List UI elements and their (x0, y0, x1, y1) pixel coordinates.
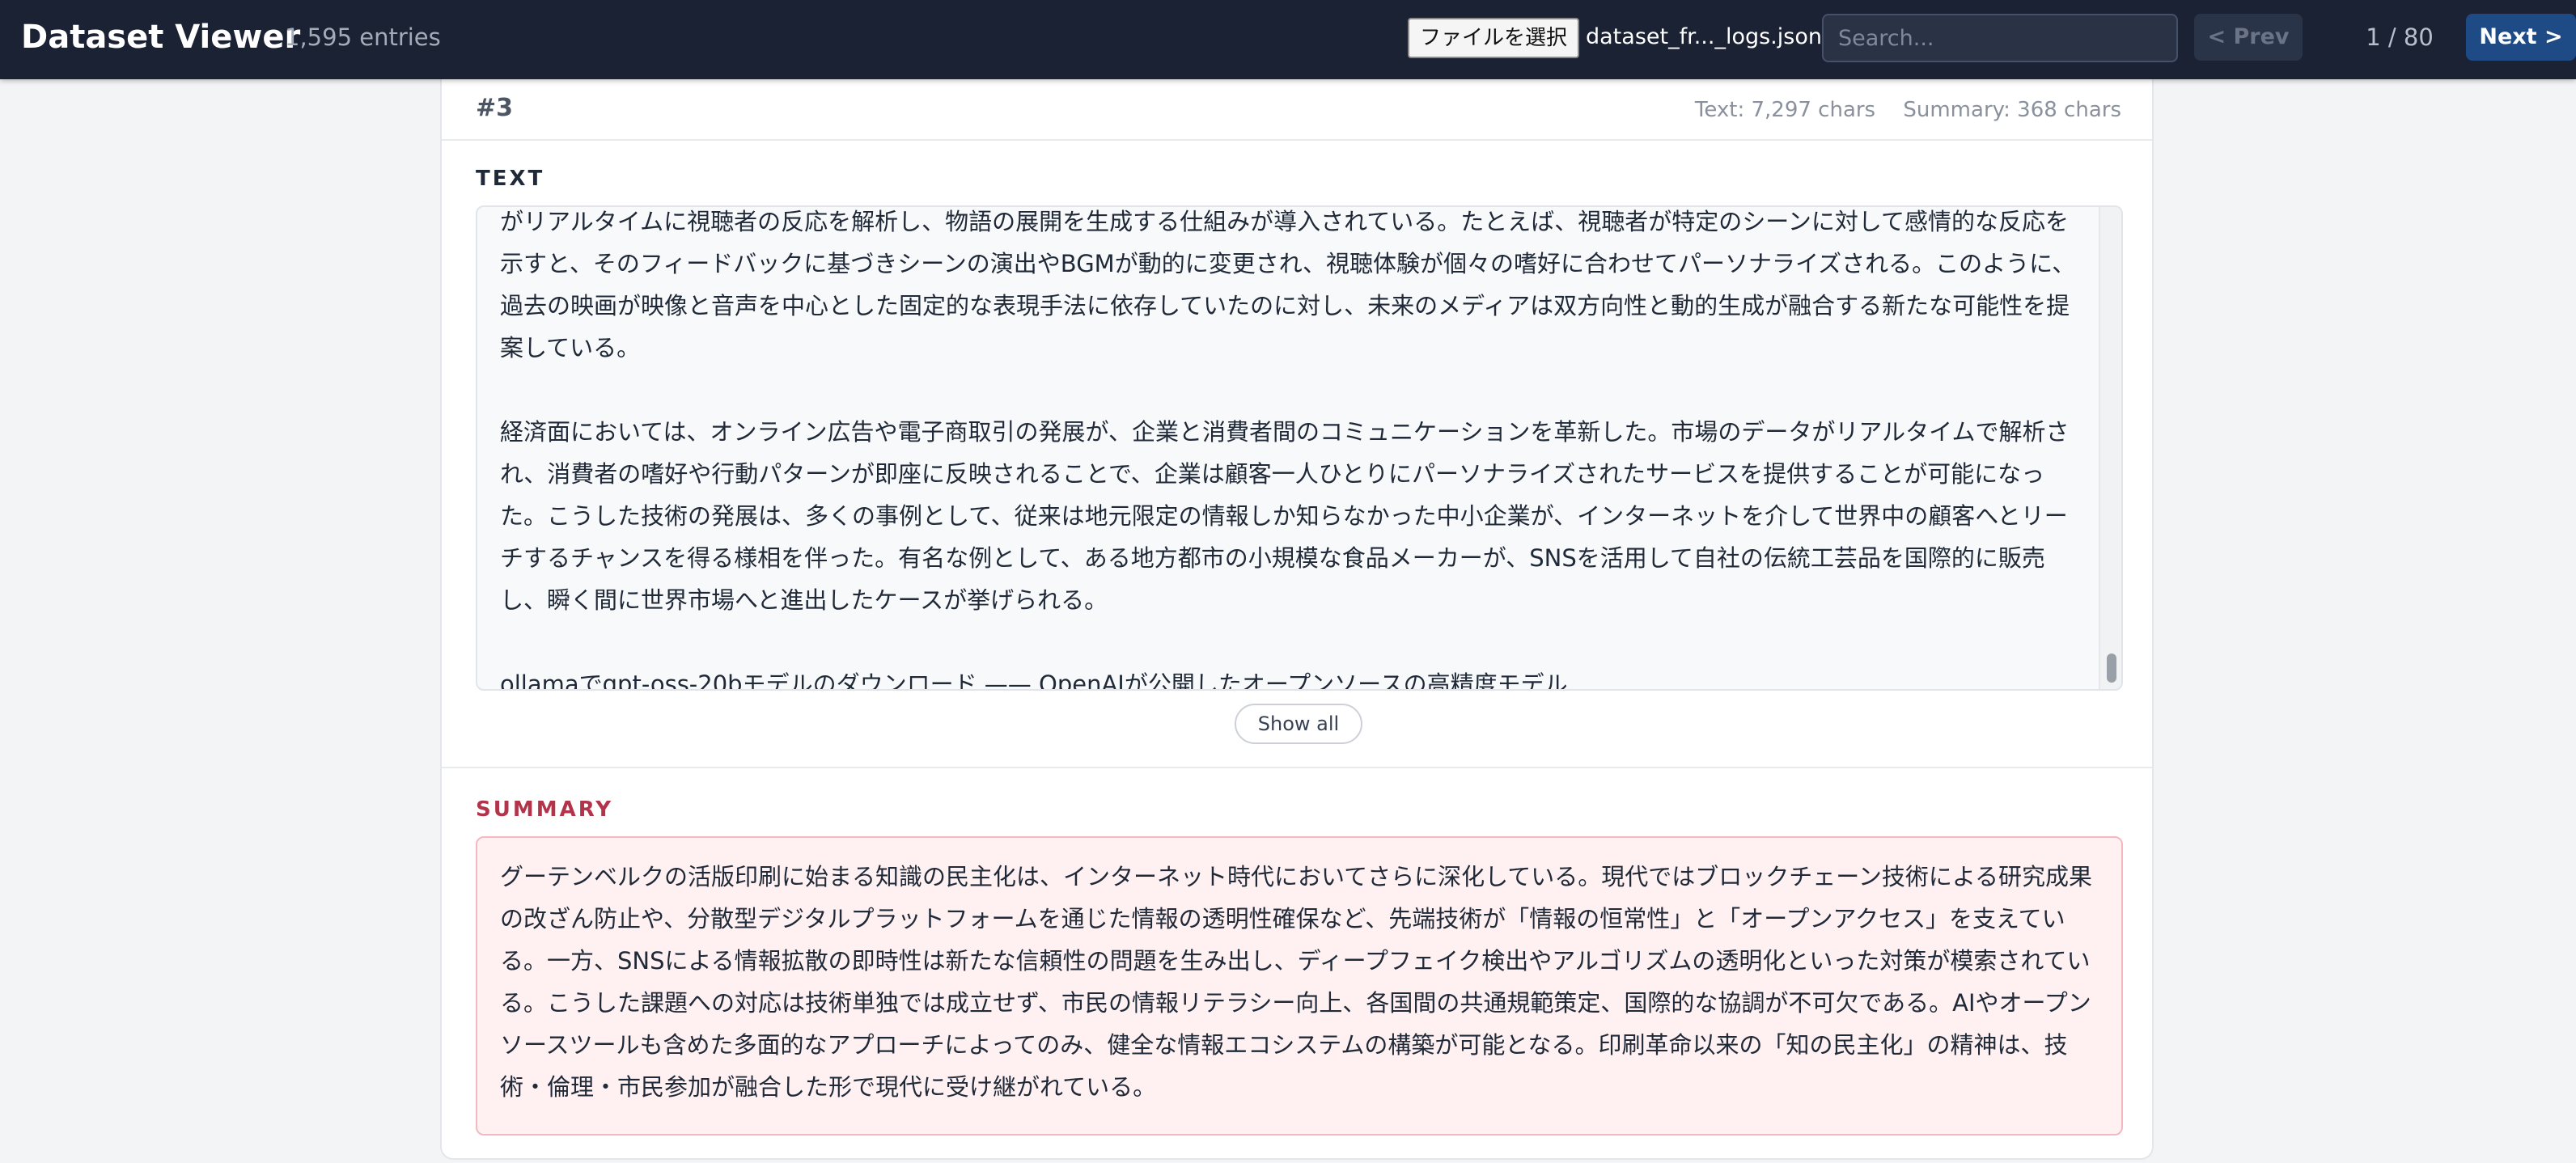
entry-count: 1,595 entries (285, 23, 441, 51)
entry-id: #3 (476, 94, 514, 122)
app-title: Dataset Viewer (21, 19, 301, 56)
summary-text: グーテンベルクの活版印刷に始まる知識の民主化は、インターネット時代においてさらに… (500, 863, 2092, 1101)
text-scrollbar-thumb[interactable] (2107, 653, 2116, 683)
text-content: がリアルタイムに視聴者の反応を解析し、物語の展開を生成する仕組みが導入されている… (500, 207, 2087, 691)
text-paragraph: 経済面においては、オンライン広告や電子商取引の発展が、企業と消費者間のコミュニケ… (500, 418, 2070, 614)
summary-section-label: SUMMARY (476, 797, 614, 822)
text-paragraph: ollamaでgpt-oss-20bモデルのダウンロード —— OpenAIが公… (500, 670, 1568, 691)
summary-char-count: Summary: 368 chars (1903, 98, 2121, 122)
page-indicator: 1 / 80 (2366, 23, 2434, 51)
section-divider (442, 767, 2152, 768)
text-scrollbar[interactable] (2099, 207, 2121, 689)
entry-card: #3 Text: 7,297 chars Summary: 368 chars … (440, 71, 2154, 1160)
top-navigation-bar: Dataset Viewer 1,595 entries ファイルを選択 dat… (0, 0, 2576, 79)
search-input[interactable] (1822, 14, 2178, 62)
next-button[interactable]: Next > (2466, 14, 2576, 61)
text-section-label: TEXT (476, 167, 545, 191)
text-paragraph: がリアルタイムに視聴者の反応を解析し、物語の展開を生成する仕組みが導入されている… (500, 208, 2076, 362)
show-all-button[interactable]: Show all (1235, 704, 1362, 744)
prev-button[interactable]: < Prev (2194, 14, 2303, 61)
entry-stats: Text: 7,297 chars Summary: 368 chars (1695, 94, 2121, 126)
selected-file-name: dataset_fr..._logs.jsonl (1586, 24, 1828, 49)
text-content-box[interactable]: がリアルタイムに視聴者の反応を解析し、物語の展開を生成する仕組みが導入されている… (476, 205, 2123, 691)
text-char-count: Text: 7,297 chars (1694, 98, 1876, 122)
summary-content-box: グーテンベルクの活版印刷に始まる知識の民主化は、インターネット時代においてさらに… (476, 836, 2123, 1136)
choose-file-button[interactable]: ファイルを選択 (1408, 18, 1579, 58)
entry-card-header: #3 Text: 7,297 chars Summary: 368 chars (442, 73, 2152, 141)
